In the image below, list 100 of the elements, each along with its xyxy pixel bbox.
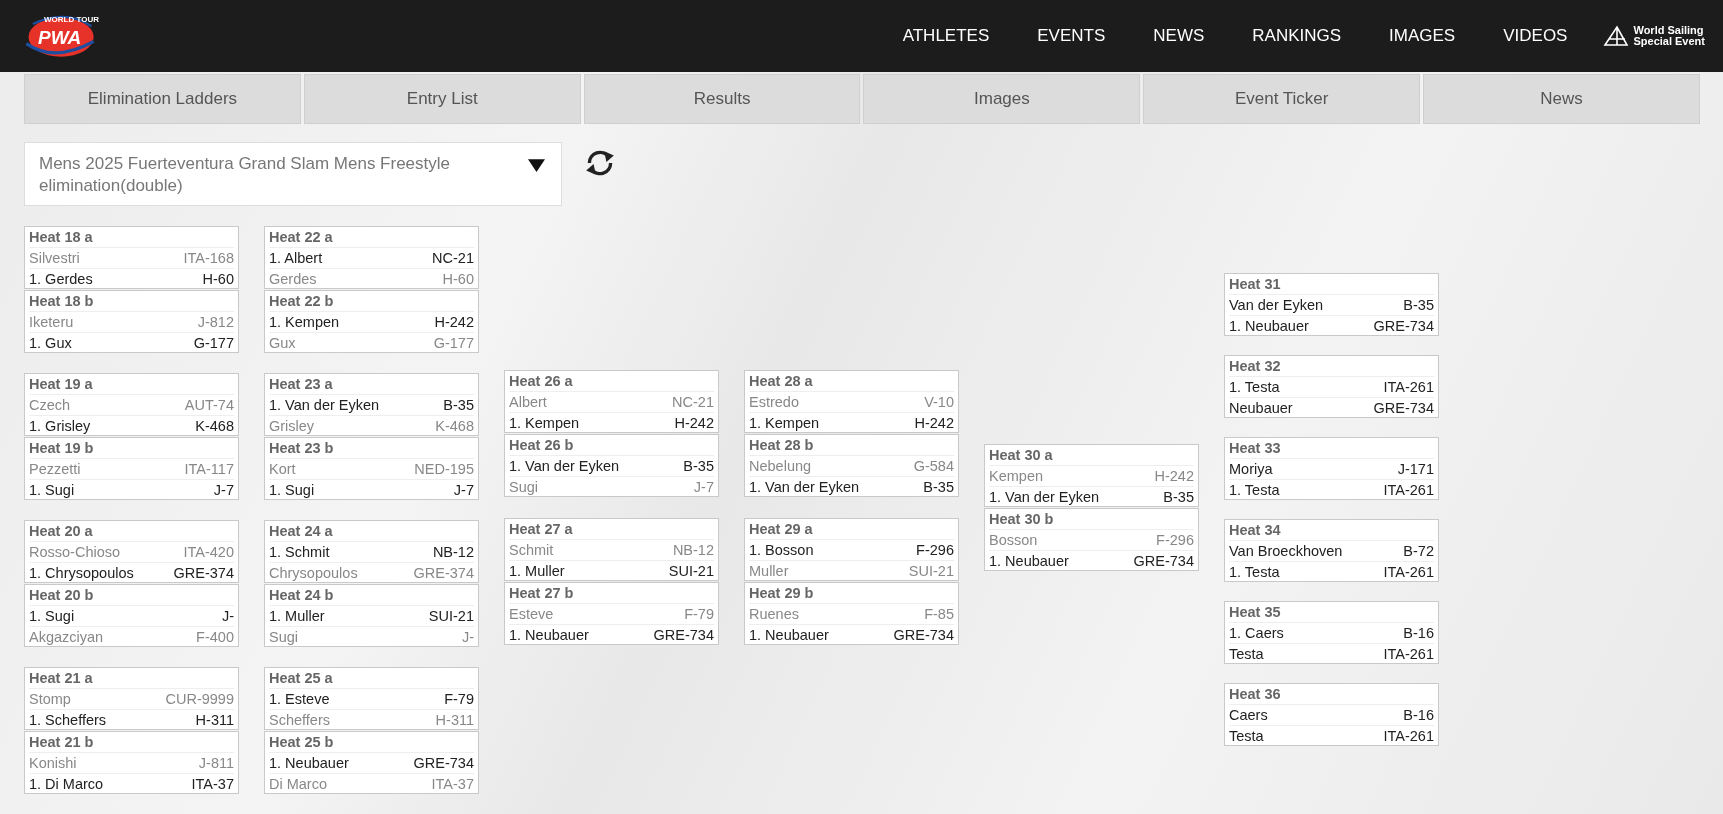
rider-name: Czech (29, 396, 71, 415)
heat-title: Heat 26 b (509, 435, 714, 456)
sail-number: ITA-261 (1383, 481, 1434, 500)
sail-number: V-10 (924, 393, 954, 412)
heat-title: Heat 34 (1229, 520, 1434, 541)
rider-name: Esteve (509, 605, 554, 624)
nav-link[interactable]: EVENTS (1037, 26, 1106, 46)
rider-name: 1. Gux (29, 334, 72, 353)
sail-number: H-242 (1154, 467, 1194, 486)
heat-title: Heat 20 a (29, 521, 234, 542)
rider-name: Moriya (1229, 460, 1273, 479)
heat-title: Heat 26 a (509, 371, 714, 392)
sail-number: J-812 (197, 313, 234, 332)
world-sailing-logo[interactable]: World Sailing Special Event (1603, 25, 1705, 47)
rider-name: 1. Muller (509, 562, 565, 581)
nav-link[interactable]: RANKINGS (1252, 26, 1342, 46)
sail-number: H-60 (202, 270, 234, 289)
rider-name: Schmit (509, 541, 554, 560)
sail-number: H-242 (434, 313, 474, 332)
sail-number: NB-12 (672, 541, 714, 560)
sail-number: B-35 (923, 478, 954, 497)
tab[interactable]: News (1423, 74, 1700, 124)
rider-name: Akgazciyan (29, 628, 104, 647)
heat-title: Heat 22 a (269, 227, 474, 248)
sail-number: B-35 (1403, 296, 1434, 315)
tab[interactable]: Entry List (303, 74, 581, 124)
rider-name: Pezzetti (29, 460, 81, 479)
heat-title: Heat 23 b (269, 438, 474, 459)
rider-name: 1. Van der Eyken (749, 478, 860, 497)
sail-number: B-35 (683, 457, 714, 476)
heat-title: Heat 20 b (29, 585, 234, 606)
sail-number: GRE-734 (413, 754, 474, 773)
heat-title: Heat 24 a (269, 521, 474, 542)
rider-name: Sugi (269, 628, 299, 647)
heat-title: Heat 18 a (29, 227, 234, 248)
rider-name: Nebelung (749, 457, 812, 476)
sail-number: GRE-374 (413, 564, 474, 583)
sail-number: GRE-734 (893, 626, 954, 645)
tab[interactable]: Results (583, 74, 861, 124)
sail-number: B-72 (1403, 542, 1434, 561)
sail-number: AUT-74 (184, 396, 234, 415)
sail-number: NC-21 (432, 249, 474, 268)
heat-title: Heat 32 (1229, 356, 1434, 377)
rider-name: 1. Di Marco (29, 775, 104, 794)
heat-title: Heat 35 (1229, 602, 1434, 623)
heat-title: Heat 33 (1229, 438, 1434, 459)
rider-name: Kort (269, 460, 296, 479)
caret-icon (528, 159, 545, 172)
sail-number: ITA-261 (1383, 727, 1434, 746)
rider-name: 1. Neubauer (269, 754, 349, 773)
sail-number: NB-12 (432, 543, 474, 562)
tab[interactable]: Event Ticker (1143, 74, 1421, 124)
heat-title: Heat 18 b (29, 291, 234, 312)
sail-number: H-311 (435, 711, 474, 730)
tab[interactable]: Elimination Ladders (24, 74, 301, 124)
rider-name: Caers (1229, 706, 1268, 725)
rider-name: Albert (509, 393, 547, 412)
rider-name: 1. Neubauer (749, 626, 829, 645)
rider-name: 1. Neubauer (509, 626, 589, 645)
heat-title: Heat 23 a (269, 374, 474, 395)
heat-title: Heat 30 b (989, 509, 1194, 530)
rider-name: Rosso-Chioso (29, 543, 121, 562)
sail-number: SUI-21 (668, 562, 714, 581)
rider-name: Van der Eyken (1229, 296, 1324, 315)
rider-name: Gux (269, 334, 296, 353)
rider-name: Ruenes (749, 605, 799, 624)
sail-number: F-85 (924, 605, 954, 624)
heat-title: Heat 19 a (29, 374, 234, 395)
sail-number: J- (221, 607, 234, 626)
rider-name: 1. Schmit (269, 543, 330, 562)
tab[interactable]: Images (863, 74, 1141, 124)
sail-number: ITA-261 (1383, 378, 1434, 397)
sail-number: J-7 (213, 481, 234, 500)
rider-name: 1. Sugi (29, 607, 75, 626)
rider-name: 1. Albert (269, 249, 323, 268)
rider-name: 1. Testa (1229, 378, 1280, 397)
nav-link[interactable]: IMAGES (1389, 26, 1456, 46)
sail-number: ITA-261 (1383, 563, 1434, 582)
rider-name: 1. Sugi (269, 481, 315, 500)
heat-title: Heat 25 b (269, 732, 474, 753)
rider-name: 1. Neubauer (989, 552, 1069, 571)
sail-number: GRE-734 (653, 626, 714, 645)
sail-number: J- (461, 628, 474, 647)
rider-name: Van Broeckhoven (1229, 542, 1343, 561)
rider-name: Grisley (269, 417, 315, 436)
rider-name: 1. Van der Eyken (269, 396, 380, 415)
event-dropdown[interactable]: Mens 2025 Fuerteventura Grand Slam Mens Freestyle elimination(double) (24, 142, 562, 206)
heat-title: Heat 24 b (269, 585, 474, 606)
rider-name: 1. Esteve (269, 690, 330, 709)
nav-link[interactable]: ATHLETES (902, 26, 990, 46)
rider-name: Muller (749, 562, 789, 581)
nav-link[interactable]: VIDEOS (1503, 26, 1568, 46)
nav-link[interactable]: NEWS (1153, 26, 1205, 46)
rider-name: Bosson (989, 531, 1038, 550)
rider-name: 1. Grisley (29, 417, 91, 436)
heat-title: Heat 19 b (29, 438, 234, 459)
sail-number: G-177 (433, 334, 474, 353)
rider-name: Testa (1229, 727, 1264, 746)
heat-title: Heat 28 b (749, 435, 954, 456)
sail-number: F-79 (684, 605, 714, 624)
